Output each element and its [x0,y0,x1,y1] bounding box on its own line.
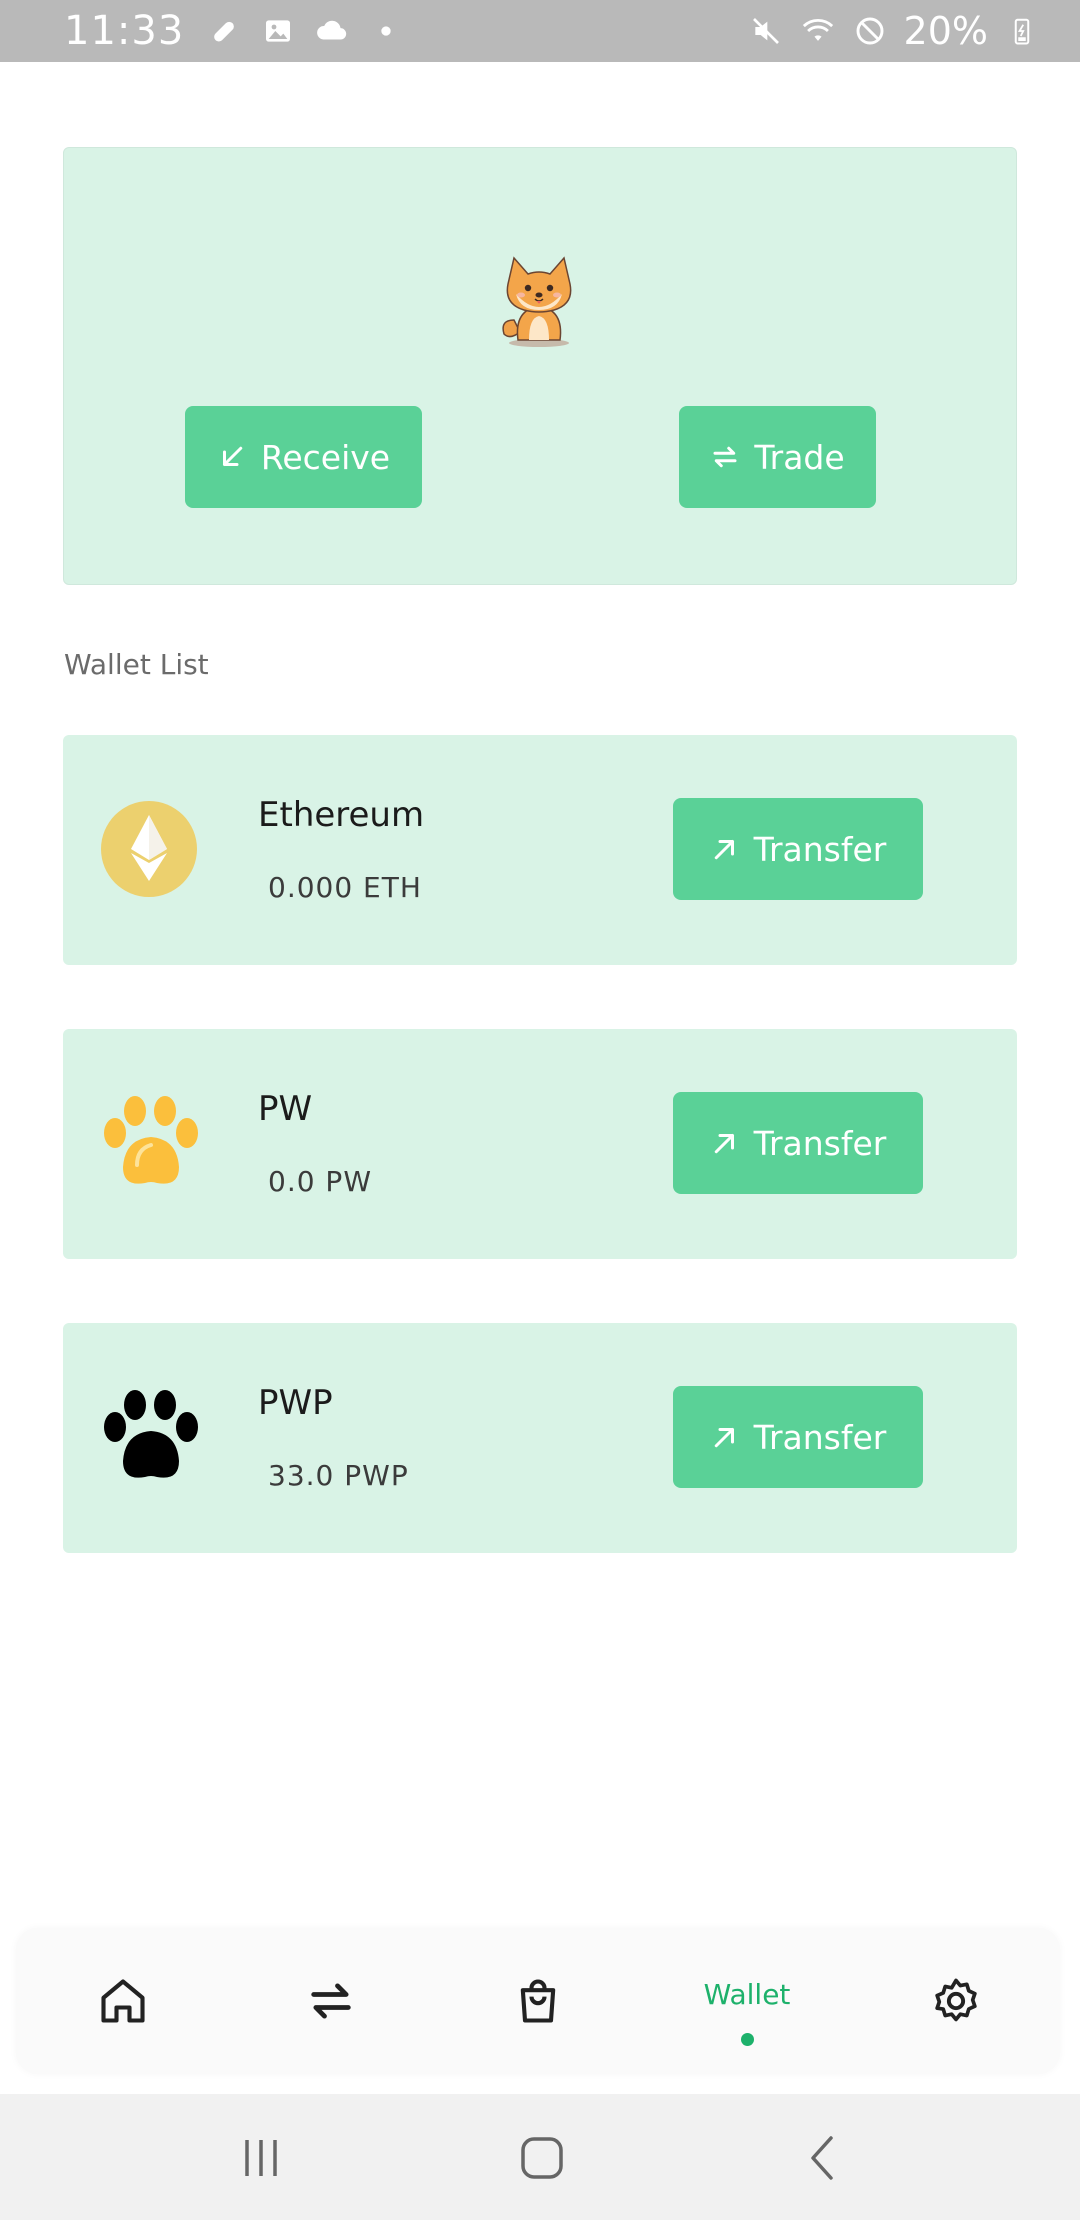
arrow-down-left-icon [222,446,243,466]
nav-swap[interactable] [261,1928,401,2074]
back-icon[interactable] [795,2130,851,2186]
status-left-icons [206,13,404,49]
nav-settings[interactable] [886,1928,1026,2074]
arrow-up-right-icon [714,840,734,860]
receive-label: Receive [260,437,391,477]
transfer-label: Transfer [753,829,887,869]
bottom-nav: Wallet [16,1928,1060,2074]
transfer-button-ethereum[interactable]: Transfer [673,798,923,900]
recent-apps-icon[interactable] [233,2130,289,2186]
status-bar: 11:33 20% [0,0,1080,62]
no-disturb-icon [852,13,888,49]
swap-icon [311,1983,351,2019]
paw-black-icon [99,1387,199,1487]
status-time: 11:33 [64,8,185,54]
coin-name: PW [258,1089,313,1129]
wallet-card-pwp: PWP 33.0 PWP Transfer [63,1323,1017,1553]
coin-balance: 0.0 PW [268,1165,372,1198]
coin-name: Ethereum [258,795,425,835]
status-right-icons: 20% [748,9,1040,53]
pill-icon [206,13,242,49]
wallet-list-title: Wallet List [64,648,209,681]
arrow-up-right-icon [714,1428,734,1448]
coin-balance: 0.000 ETH [268,871,422,904]
arrow-up-right-icon [714,1134,734,1154]
battery-percent: 20% [903,9,988,53]
cloud-icon [314,13,350,49]
image-icon [260,13,296,49]
active-indicator [740,2033,754,2046]
transfer-label: Transfer [753,1417,887,1457]
system-nav-bar [0,2094,1080,2220]
shiba-dog-mascot [484,240,594,350]
transfer-label: Transfer [753,1123,887,1163]
transfer-button-pwp[interactable]: Transfer [673,1386,923,1488]
ethereum-icon [99,799,199,899]
receive-button[interactable]: Receive [185,406,422,508]
hero-card: Receive Trade [63,147,1017,585]
home-button-icon[interactable] [514,2130,570,2186]
paw-gold-icon [99,1093,199,1193]
trade-button[interactable]: Trade [679,406,876,508]
battery-icon [1004,13,1040,49]
wifi-icon [800,13,836,49]
nav-wallet[interactable]: Wallet [677,1928,817,2074]
settings-icon [935,1978,977,2022]
shopping-bag-icon [520,1979,556,2023]
trade-label: Trade [754,437,845,477]
transfer-button-pw[interactable]: Transfer [673,1092,923,1194]
wallet-card-ethereum: Ethereum 0.000 ETH Transfer [63,735,1017,965]
wallet-card-pw: PW 0.0 PW Transfer [63,1029,1017,1259]
nav-wallet-label: Wallet [703,1978,791,2011]
nav-home[interactable] [53,1928,193,2074]
mute-icon [748,13,784,49]
coin-balance: 33.0 PWP [268,1459,409,1492]
home-icon [101,1979,145,2023]
nav-shop[interactable] [468,1928,608,2074]
coin-name: PWP [258,1383,333,1423]
dot-icon [368,13,404,49]
swap-icon [713,446,737,468]
